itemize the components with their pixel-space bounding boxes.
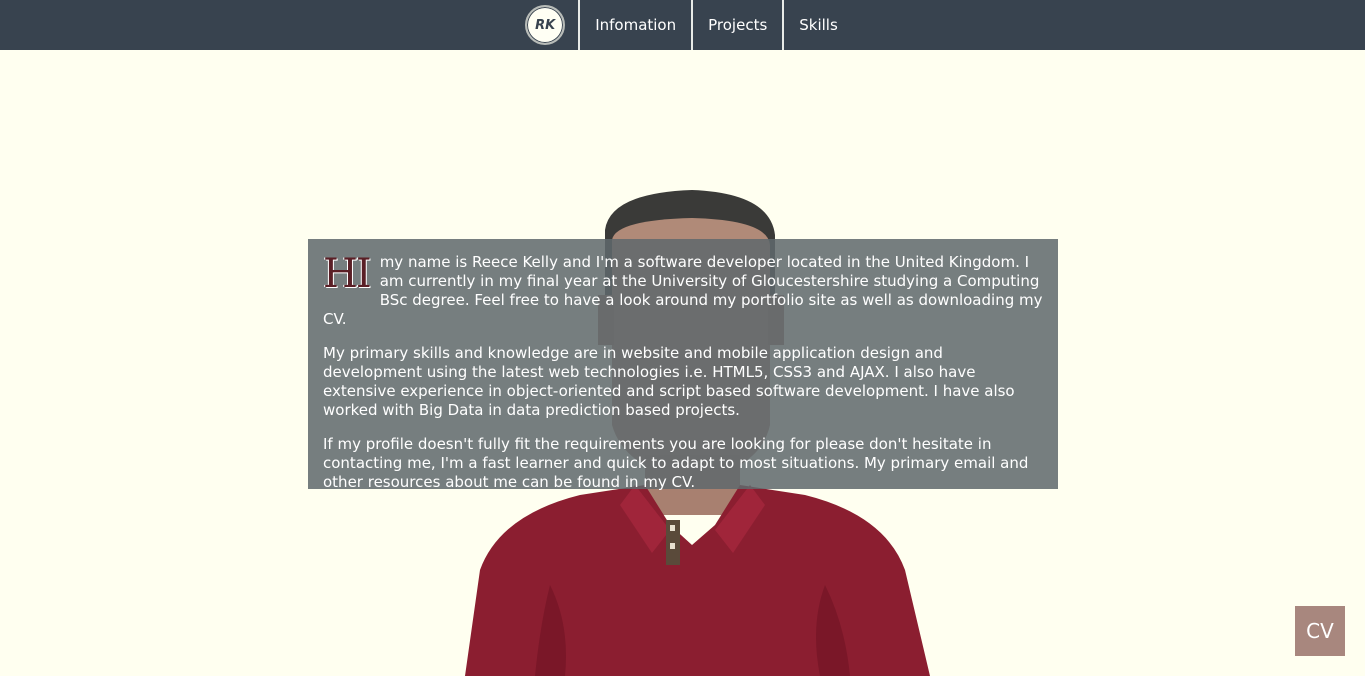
- about-paragraph-intro: HI my name is Reece Kelly and I'm a softw…: [323, 253, 1043, 329]
- about-intro-text: my name is Reece Kelly and I'm a softwar…: [323, 253, 1043, 328]
- nav-item-skills[interactable]: Skills: [784, 0, 853, 50]
- rk-logo: RK: [525, 5, 566, 45]
- nav-item-information[interactable]: Infomation: [580, 0, 694, 50]
- cv-download-button[interactable]: CV: [1295, 606, 1345, 656]
- logo-link[interactable]: RK: [512, 0, 581, 50]
- nav-inner: RK Infomation Projects Skills: [512, 0, 853, 50]
- top-navbar: RK Infomation Projects Skills: [0, 0, 1365, 50]
- about-panel: HI my name is Reece Kelly and I'm a softw…: [308, 239, 1058, 491]
- dropcap-hi: HI: [323, 251, 372, 297]
- nav-item-projects[interactable]: Projects: [693, 0, 785, 50]
- about-paragraph-skills: My primary skills and knowledge are in w…: [323, 344, 1015, 419]
- about-paragraph-contact: If my profile doesn't fully fit the requ…: [323, 435, 1029, 491]
